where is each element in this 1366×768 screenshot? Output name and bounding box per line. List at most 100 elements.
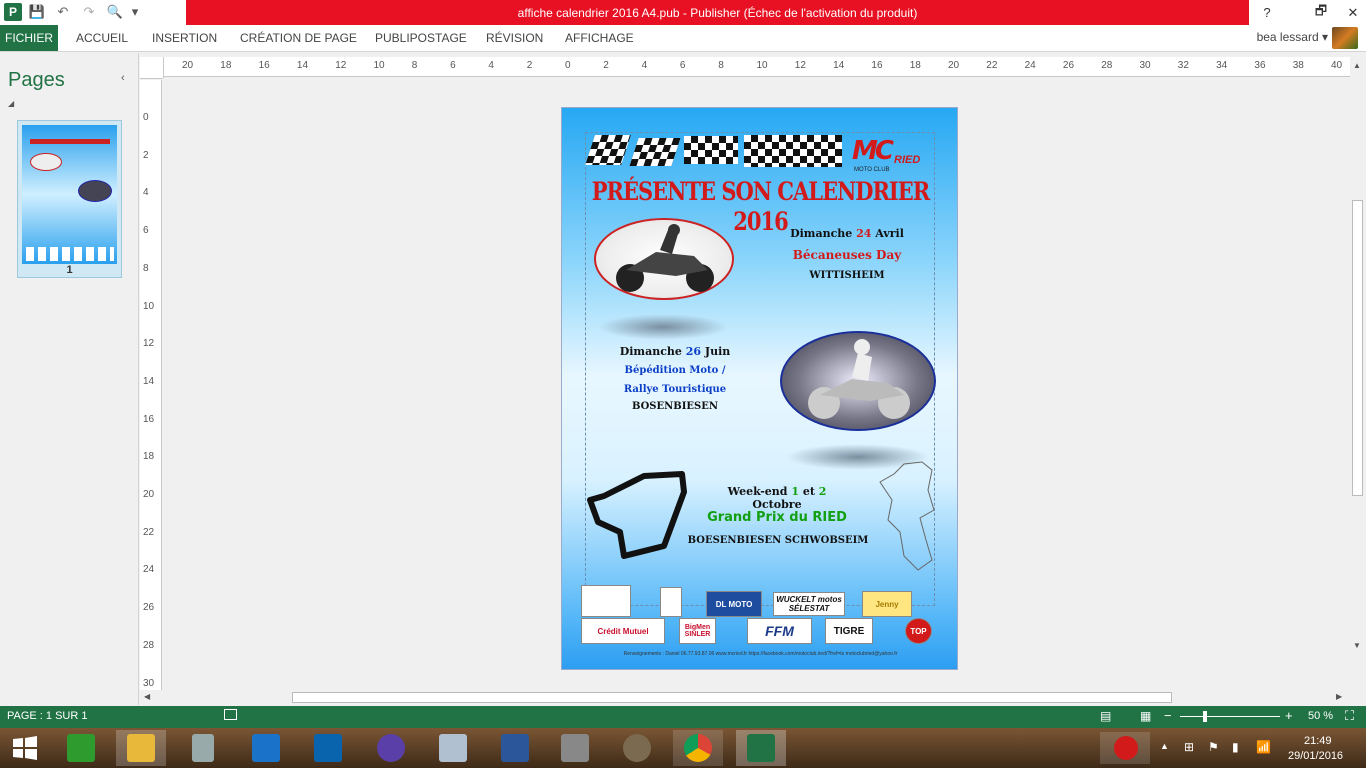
ruler-tick-label: 0 <box>143 112 149 123</box>
page-thumbnail[interactable]: 1 <box>17 120 122 278</box>
horizontal-scrollbar[interactable]: ◀ ▶ <box>140 690 1350 706</box>
avatar[interactable] <box>1332 27 1358 49</box>
vertical-scroll-thumb[interactable] <box>1352 200 1363 496</box>
publisher-app-icon[interactable]: P <box>4 3 22 21</box>
scroll-down-icon[interactable]: ▼ <box>1353 641 1361 650</box>
horizontal-ruler[interactable]: 20 18 16 14 12 10 8 6 4 2 0 2 4 6 8 10 12 14 16 18 20 22 24 26 2… <box>164 57 1350 77</box>
paint-app-icon[interactable] <box>428 730 478 766</box>
checkered-flag-icon <box>684 136 738 164</box>
page-indicator[interactable]: PAGE : 1 SUR 1 <box>7 710 88 722</box>
gimp-icon[interactable] <box>612 730 662 766</box>
fit-page-icon[interactable]: ⛶ <box>1345 708 1354 724</box>
event3-date-pre: Week-end <box>727 485 792 498</box>
status-bar: PAGE : 1 SUR 1 ▤ ▦ − + 50 % ⛶ <box>0 706 1366 728</box>
redo-icon[interactable]: ↷ <box>78 2 100 22</box>
window-title-text: affiche calendrier 2016 A4.pub - Publish… <box>517 5 918 20</box>
zoom-slider[interactable] <box>1180 716 1280 717</box>
clock-time[interactable]: 21:49 <box>1304 735 1332 747</box>
outlook-icon[interactable] <box>303 730 353 766</box>
two-page-view-icon[interactable]: ▦ <box>1140 709 1151 723</box>
event2-date-pre: Dimanche <box>619 345 686 358</box>
ruler-tick-label: 4 <box>143 187 149 199</box>
mail-icon[interactable] <box>241 730 291 766</box>
flag-icon[interactable]: ⚑ <box>1208 740 1219 754</box>
customize-qat-icon[interactable]: ▾ <box>130 2 140 22</box>
race-track-icon <box>587 471 687 559</box>
ruler-tick-label: 22 <box>986 60 998 71</box>
motorcycle-icon <box>808 339 910 419</box>
motorcycle-photo-1 <box>594 218 734 300</box>
vertical-scrollbar[interactable]: ▲ ▼ <box>1350 57 1366 690</box>
event3-num2: 2 <box>818 485 827 498</box>
action-center-icon[interactable]: ⊞ <box>1184 740 1194 754</box>
scroll-left-icon[interactable]: ◀ <box>144 692 150 701</box>
thumb-title-bar <box>30 139 110 144</box>
event2-name-2: Rallye Touristique <box>623 384 727 395</box>
title-bar: P 💾 ↶ ↷ 🔍 ▾ affiche calendrier 2016 A4.p… <box>0 0 1366 25</box>
help-button[interactable]: ? <box>1250 0 1284 25</box>
tab-affichage[interactable]: AFFICHAGE <box>565 25 634 51</box>
ruler-corner[interactable] <box>140 57 164 79</box>
app-grid-icon[interactable] <box>550 730 600 766</box>
sponsor-logo: TIGRE <box>825 618 873 644</box>
ruler-tick-label: 34 <box>1216 60 1228 71</box>
thumb-oval-2 <box>78 180 112 202</box>
save-icon[interactable]: 💾 <box>26 2 48 22</box>
clock-date[interactable]: 29/01/2016 <box>1288 750 1343 762</box>
file-explorer-icon[interactable] <box>116 730 166 766</box>
horizontal-scroll-thumb[interactable] <box>292 692 1172 703</box>
start-button[interactable] <box>0 730 50 766</box>
ruler-tick-label: 4 <box>488 60 494 71</box>
word-icon[interactable] <box>490 730 540 766</box>
ruler-tick-label: 2 <box>603 60 609 71</box>
ruler-tick-label: 30 <box>1139 60 1151 71</box>
battery-icon[interactable]: ▮ <box>1232 740 1239 754</box>
print-preview-icon[interactable]: 🔍 <box>104 2 126 22</box>
ruler-tick-label: 20 <box>182 60 194 71</box>
zoom-slider-thumb[interactable] <box>1203 711 1207 722</box>
event3-date: Week-end 1 et 2 Octobre <box>712 485 842 511</box>
macro-record-icon[interactable] <box>224 709 237 720</box>
event1-date-pre: Dimanche <box>790 227 857 240</box>
tab-fichier[interactable]: FICHIER <box>0 25 58 51</box>
poster-page[interactable]: MC RIED MOTO CLUB PRÉSENTE SON CALENDRIE… <box>561 107 958 670</box>
store-icon[interactable] <box>56 730 106 766</box>
close-button[interactable]: ✕ <box>1340 0 1366 25</box>
scroll-up-icon[interactable]: ▲ <box>1353 61 1361 70</box>
pdf-app-icon[interactable] <box>366 730 416 766</box>
show-hidden-icons[interactable]: ▲ <box>1160 741 1169 751</box>
event1-date-num: 24 <box>856 227 872 240</box>
sponsor-logo: Jenny <box>862 591 912 617</box>
notification-app-icon[interactable] <box>1100 732 1150 764</box>
network-icon[interactable]: 📶 <box>1256 740 1271 754</box>
zoom-in-button[interactable]: + <box>1285 708 1293 723</box>
tab-insertion[interactable]: INSERTION <box>152 25 217 51</box>
zoom-out-button[interactable]: − <box>1164 708 1172 723</box>
single-page-view-icon[interactable]: ▤ <box>1100 709 1111 723</box>
calculator-icon[interactable] <box>178 730 228 766</box>
chrome-icon[interactable] <box>673 730 723 766</box>
sponsor-logo <box>660 587 682 617</box>
tab-accueil[interactable]: ACCUEIL <box>76 25 128 51</box>
restore-ribbon-icon[interactable]: 🗗 <box>1304 0 1338 25</box>
publisher-taskbar-icon[interactable] <box>736 730 786 766</box>
windows-icon <box>13 736 37 760</box>
ruler-tick-label: 6 <box>143 225 149 237</box>
zoom-level[interactable]: 50 % <box>1308 710 1333 722</box>
page-thumbnail-preview <box>22 125 117 264</box>
tab-publipostage[interactable]: PUBLIPOSTAGE <box>375 25 467 51</box>
ruler-tick-label: 22 <box>143 526 155 538</box>
vertical-ruler[interactable]: 0 2 4 6 8 10 12 14 16 18 20 22 24 26 28 30 <box>140 80 162 690</box>
ruler-tick-label: 12 <box>794 60 806 71</box>
user-account[interactable]: bea lessard ▾ <box>1257 30 1328 44</box>
tab-creation-de-page[interactable]: CRÉATION DE PAGE <box>240 25 357 51</box>
ruler-tick-label: 24 <box>143 564 155 576</box>
sponsor-logo: TOP <box>905 618 932 644</box>
undo-icon[interactable]: ↶ <box>52 2 74 22</box>
event3-name: Grand Prix du RIED <box>707 510 847 525</box>
ruler-tick-label: 10 <box>756 60 768 71</box>
tab-revision[interactable]: RÉVISION <box>486 25 543 51</box>
scroll-right-icon[interactable]: ▶ <box>1336 692 1342 701</box>
collapse-pane-icon[interactable]: ‹ <box>121 72 125 84</box>
user-name: bea lessard <box>1256 30 1319 44</box>
